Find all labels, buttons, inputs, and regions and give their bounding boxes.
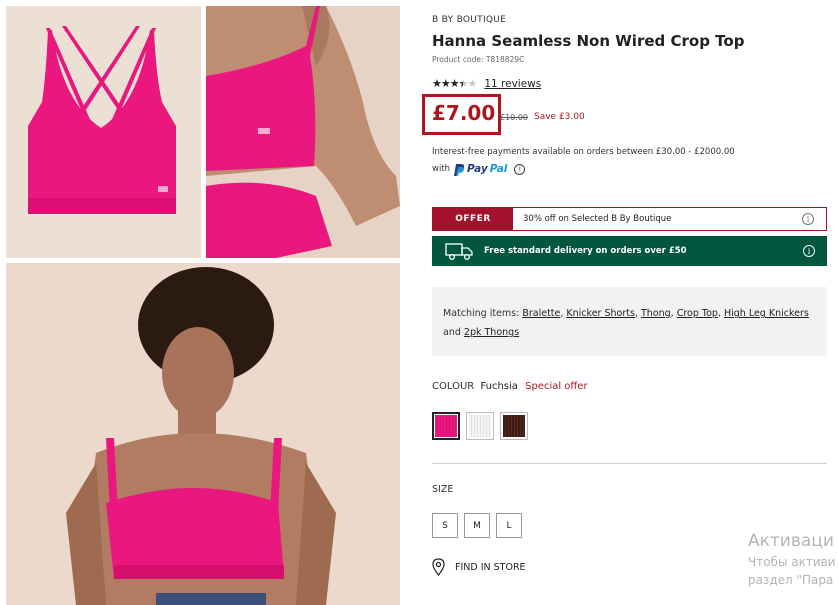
special-offer-label: Special offer <box>525 381 588 392</box>
separator-and: and <box>443 327 464 338</box>
info-icon[interactable]: i <box>514 164 526 175</box>
paypal-logo: Pay Pal <box>454 161 507 178</box>
watermark-line-3: раздел "Пара <box>748 573 834 587</box>
find-in-store-label: FIND IN STORE <box>455 561 526 573</box>
save-amount: Save £3.00 <box>534 112 585 122</box>
colour-label: COLOUR <box>432 381 475 392</box>
paypal-text-pal: Pal <box>489 163 508 175</box>
watermark-line-1: Активаци <box>748 531 834 551</box>
truck-icon <box>445 243 473 260</box>
current-price: £7.00 <box>432 101 496 125</box>
colour-swatches <box>432 412 528 440</box>
os-activation-watermark: Активаци Чтобы активи раздел "Пара <box>748 531 836 587</box>
location-pin-icon <box>432 558 445 576</box>
colour-row: COLOUR Fuchsia Special offer <box>432 381 588 392</box>
matching-link-bralette[interactable]: Bralette <box>522 308 560 319</box>
payment-info: Interest-free payments available on orde… <box>432 144 832 178</box>
delivery-text: Free standard delivery on orders over £5… <box>484 246 687 256</box>
swatch-fuchsia[interactable] <box>432 412 460 440</box>
matching-link-2pk-thongs[interactable]: 2pk Thongs <box>464 327 519 338</box>
size-m-button[interactable]: M <box>464 513 490 538</box>
swatch-brown[interactable] <box>500 412 528 440</box>
find-in-store-link[interactable]: FIND IN STORE <box>432 558 526 576</box>
product-image-side[interactable] <box>206 6 400 258</box>
offer-tag: OFFER <box>433 208 513 230</box>
was-price: £10.00 <box>500 113 528 122</box>
offer-text: 30% off on Selected B By Boutique <box>523 214 672 224</box>
star-rating: ★★★★★★ <box>432 77 477 90</box>
paypal-row: with Pay Pal i <box>432 161 832 178</box>
matching-link-high-leg-knickers[interactable]: High Leg Knickers <box>724 308 809 319</box>
paypal-icon <box>454 163 465 176</box>
divider <box>432 463 827 464</box>
model-front-illustration <box>6 263 400 605</box>
payment-text: Interest-free payments available on orde… <box>432 147 735 157</box>
product-code: Product code: T818829C <box>432 55 525 64</box>
matching-link-thong[interactable]: Thong <box>641 308 671 319</box>
delivery-banner[interactable]: Free standard delivery on orders over £5… <box>432 236 827 266</box>
reviews-link[interactable]: 11 reviews <box>484 78 541 90</box>
product-image-model[interactable] <box>6 263 400 605</box>
paypal-text-pay: Pay <box>467 163 488 175</box>
info-icon[interactable]: i <box>802 213 814 225</box>
swatch-white[interactable] <box>466 412 494 440</box>
crop-top-flat-illustration <box>6 6 201 258</box>
payment-with-label: with <box>432 164 451 174</box>
matching-link-crop-top[interactable]: Crop Top <box>677 308 718 319</box>
product-title: Hanna Seamless Non Wired Crop Top <box>432 32 745 50</box>
colour-value: Fuchsia <box>480 381 518 392</box>
product-image-flat[interactable] <box>6 6 201 258</box>
matching-items: Matching items: Bralette, Knicker Shorts… <box>432 287 827 356</box>
size-l-button[interactable]: L <box>496 513 522 538</box>
matching-link-knicker-shorts[interactable]: Knicker Shorts <box>566 308 635 319</box>
watermark-line-2: Чтобы активи <box>748 555 836 569</box>
model-side-illustration <box>206 6 400 258</box>
size-label: SIZE <box>432 484 454 495</box>
matching-label: Matching items: <box>443 308 520 319</box>
offer-banner[interactable]: OFFER 30% off on Selected B By Boutique … <box>432 207 827 231</box>
info-icon[interactable]: i <box>803 245 815 257</box>
size-s-button[interactable]: S <box>432 513 458 538</box>
size-options: S M L <box>432 513 522 538</box>
brand-name[interactable]: B BY BOUTIQUE <box>432 15 506 25</box>
product-page: B BY BOUTIQUE Hanna Seamless Non Wired C… <box>0 0 838 605</box>
rating-row: ★★★★★★ 11 reviews <box>432 77 541 90</box>
